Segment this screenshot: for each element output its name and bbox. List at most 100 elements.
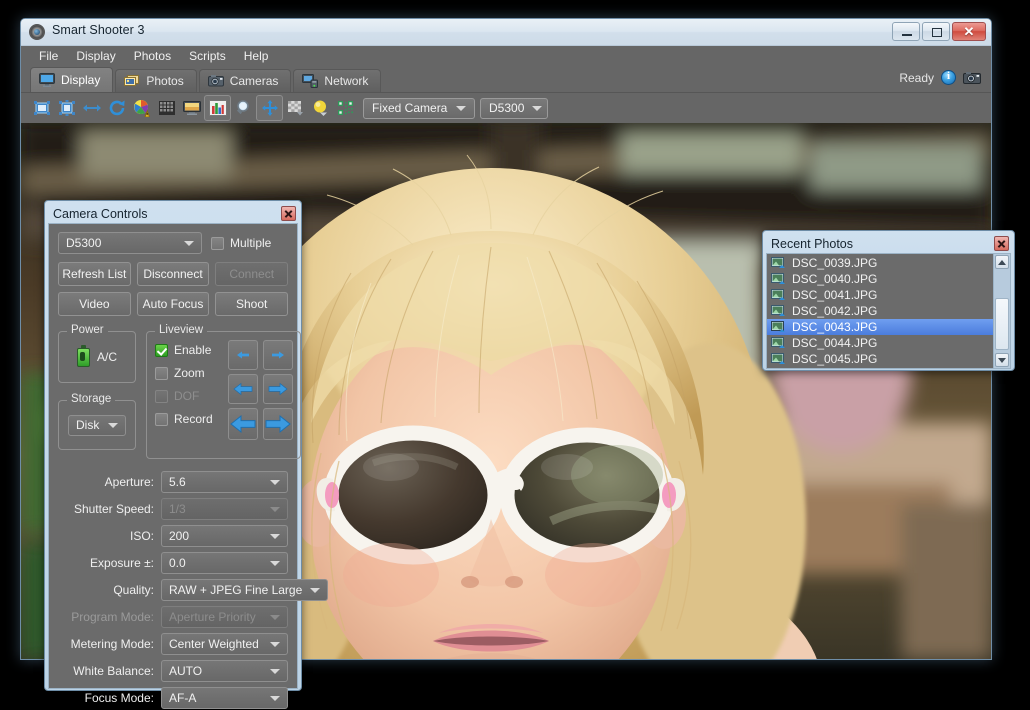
- actual-size-icon[interactable]: [54, 96, 79, 120]
- power-liveview-groups: Power A/C Storage Disk Liveview: [58, 322, 288, 459]
- metering-mode-select[interactable]: Center Weighted: [161, 633, 288, 655]
- camera-controls-body: D5300 Multiple Refresh List Disconnect C…: [48, 223, 298, 689]
- white-balance-value: AUTO: [169, 664, 262, 678]
- scrollbar-track[interactable]: [994, 269, 1010, 353]
- list-item-label: DSC_0043.JPG: [792, 320, 877, 334]
- exposure-select[interactable]: 0.0: [161, 552, 288, 574]
- chevron-down-icon: [108, 423, 118, 428]
- histogram-icon[interactable]: [204, 95, 231, 121]
- tab-cameras[interactable]: Cameras: [199, 69, 292, 92]
- photos-icon: [124, 74, 140, 88]
- info-icon[interactable]: [941, 70, 956, 85]
- fullscreen-icon[interactable]: [179, 96, 204, 120]
- chevron-down-icon: [310, 588, 320, 593]
- shutter-speed-select: 1/3: [161, 498, 288, 520]
- list-item[interactable]: DSC_0041.JPG: [767, 287, 993, 303]
- focus-mode-value: AF-A: [169, 691, 262, 705]
- color-warning-icon[interactable]: [129, 96, 154, 120]
- liveview-record-checkbox[interactable]: Record: [155, 412, 223, 426]
- camera-model-value: D5300: [489, 101, 524, 115]
- liveview-dof-checkbox: DOF: [155, 389, 223, 403]
- recent-photos-close-button[interactable]: [994, 236, 1009, 251]
- menu-photos[interactable]: Photos: [125, 46, 180, 67]
- qrcode-icon[interactable]: [333, 96, 358, 120]
- scroll-up-icon[interactable]: [995, 255, 1009, 269]
- fit-to-window-icon[interactable]: [29, 96, 54, 120]
- close-button[interactable]: ✕: [952, 22, 986, 41]
- list-item[interactable]: DSC_0044.JPG: [767, 335, 993, 351]
- quality-label: Quality:: [58, 583, 161, 597]
- liveview-zoom-checkbox[interactable]: Zoom: [155, 366, 223, 380]
- list-item-label: DSC_0041.JPG: [792, 288, 877, 302]
- connection-button-row: Refresh List Disconnect Connect: [58, 262, 288, 286]
- tab-display[interactable]: Display: [30, 67, 113, 92]
- iso-select[interactable]: 200: [161, 525, 288, 547]
- camera-status-icon[interactable]: [963, 71, 981, 85]
- tab-photos[interactable]: Photos: [115, 69, 196, 92]
- grid-icon[interactable]: [154, 96, 179, 120]
- list-item[interactable]: DSC_0040.JPG: [767, 271, 993, 287]
- camera-select-row: D5300 Multiple: [58, 232, 288, 254]
- highlight-icon[interactable]: [308, 96, 333, 120]
- photo-list[interactable]: DSC_0039.JPG DSC_0040.JPG: [767, 254, 993, 368]
- liveview-enable-checkbox[interactable]: Enable: [155, 343, 223, 357]
- video-button[interactable]: Video: [58, 292, 131, 316]
- arrow-right-small-icon[interactable]: [263, 340, 293, 370]
- menu-display[interactable]: Display: [67, 46, 124, 67]
- camera-mode-select[interactable]: Fixed Camera: [363, 98, 475, 119]
- battery-icon: [77, 348, 90, 367]
- aperture-select[interactable]: 5.6: [161, 471, 288, 493]
- list-item[interactable]: DSC_0045.JPG: [767, 351, 993, 367]
- recent-photos-panel: Recent Photos DSC_0039.JPG: [762, 230, 1015, 371]
- arrow-left-medium-icon[interactable]: [228, 374, 258, 404]
- arrow-left-large-icon[interactable]: [228, 408, 258, 440]
- arrow-left-small-icon[interactable]: [228, 340, 258, 370]
- pan-move-icon[interactable]: [256, 95, 283, 121]
- tab-cameras-label: Cameras: [230, 74, 279, 88]
- quality-select[interactable]: RAW + JPEG Fine Large: [161, 579, 328, 601]
- white-balance-select[interactable]: AUTO: [161, 660, 288, 682]
- arrow-right-medium-icon[interactable]: [263, 374, 293, 404]
- chevron-down-icon: [270, 534, 280, 539]
- program-mode-select: Aperture Priority: [161, 606, 288, 628]
- rotate-icon[interactable]: [104, 96, 129, 120]
- power-group-label: Power: [67, 324, 108, 336]
- chevron-down-icon: [270, 669, 280, 674]
- arrow-right-large-icon[interactable]: [263, 408, 293, 440]
- multiple-checkbox-label: Multiple: [230, 236, 271, 250]
- scroll-down-icon[interactable]: [995, 353, 1009, 367]
- multiple-checkbox[interactable]: Multiple: [211, 236, 271, 250]
- fit-width-icon[interactable]: [79, 96, 104, 120]
- zoom-icon[interactable]: [231, 96, 256, 120]
- tab-network[interactable]: Network: [293, 69, 381, 92]
- menu-file[interactable]: File: [30, 46, 67, 67]
- maximize-button[interactable]: [922, 22, 950, 41]
- storage-select[interactable]: Disk: [68, 415, 126, 436]
- minimize-button[interactable]: [892, 22, 920, 41]
- camera-controls-close-button[interactable]: [281, 206, 296, 221]
- focus-mode-select[interactable]: AF-A: [161, 687, 288, 709]
- transparency-icon[interactable]: [283, 96, 308, 120]
- auto-focus-button[interactable]: Auto Focus: [137, 292, 210, 316]
- list-item-selected[interactable]: DSC_0043.JPG: [767, 319, 993, 335]
- camera-select[interactable]: D5300: [58, 232, 202, 254]
- liveview-zoom-label: Zoom: [174, 366, 205, 380]
- checkbox-box: [155, 367, 168, 380]
- refresh-list-button[interactable]: Refresh List: [58, 262, 131, 286]
- setting-iso: ISO: 200: [58, 525, 288, 547]
- list-item[interactable]: DSC_0042.JPG: [767, 303, 993, 319]
- scrollbar-thumb[interactable]: [995, 298, 1009, 350]
- menu-scripts[interactable]: Scripts: [180, 46, 235, 67]
- recent-photos-title: Recent Photos: [771, 237, 994, 251]
- list-item[interactable]: DSC_0039.JPG: [767, 255, 993, 271]
- monitor-icon: [39, 73, 55, 87]
- disconnect-button[interactable]: Disconnect: [137, 262, 210, 286]
- shoot-button[interactable]: Shoot: [215, 292, 288, 316]
- camera-model-select[interactable]: D5300: [480, 98, 548, 119]
- photo-list-scrollbar[interactable]: [993, 254, 1010, 368]
- chevron-down-icon: [532, 106, 542, 111]
- menu-help[interactable]: Help: [235, 46, 278, 67]
- checkbox-box: [155, 390, 168, 403]
- chevron-down-icon: [270, 480, 280, 485]
- chevron-down-icon: [456, 106, 466, 111]
